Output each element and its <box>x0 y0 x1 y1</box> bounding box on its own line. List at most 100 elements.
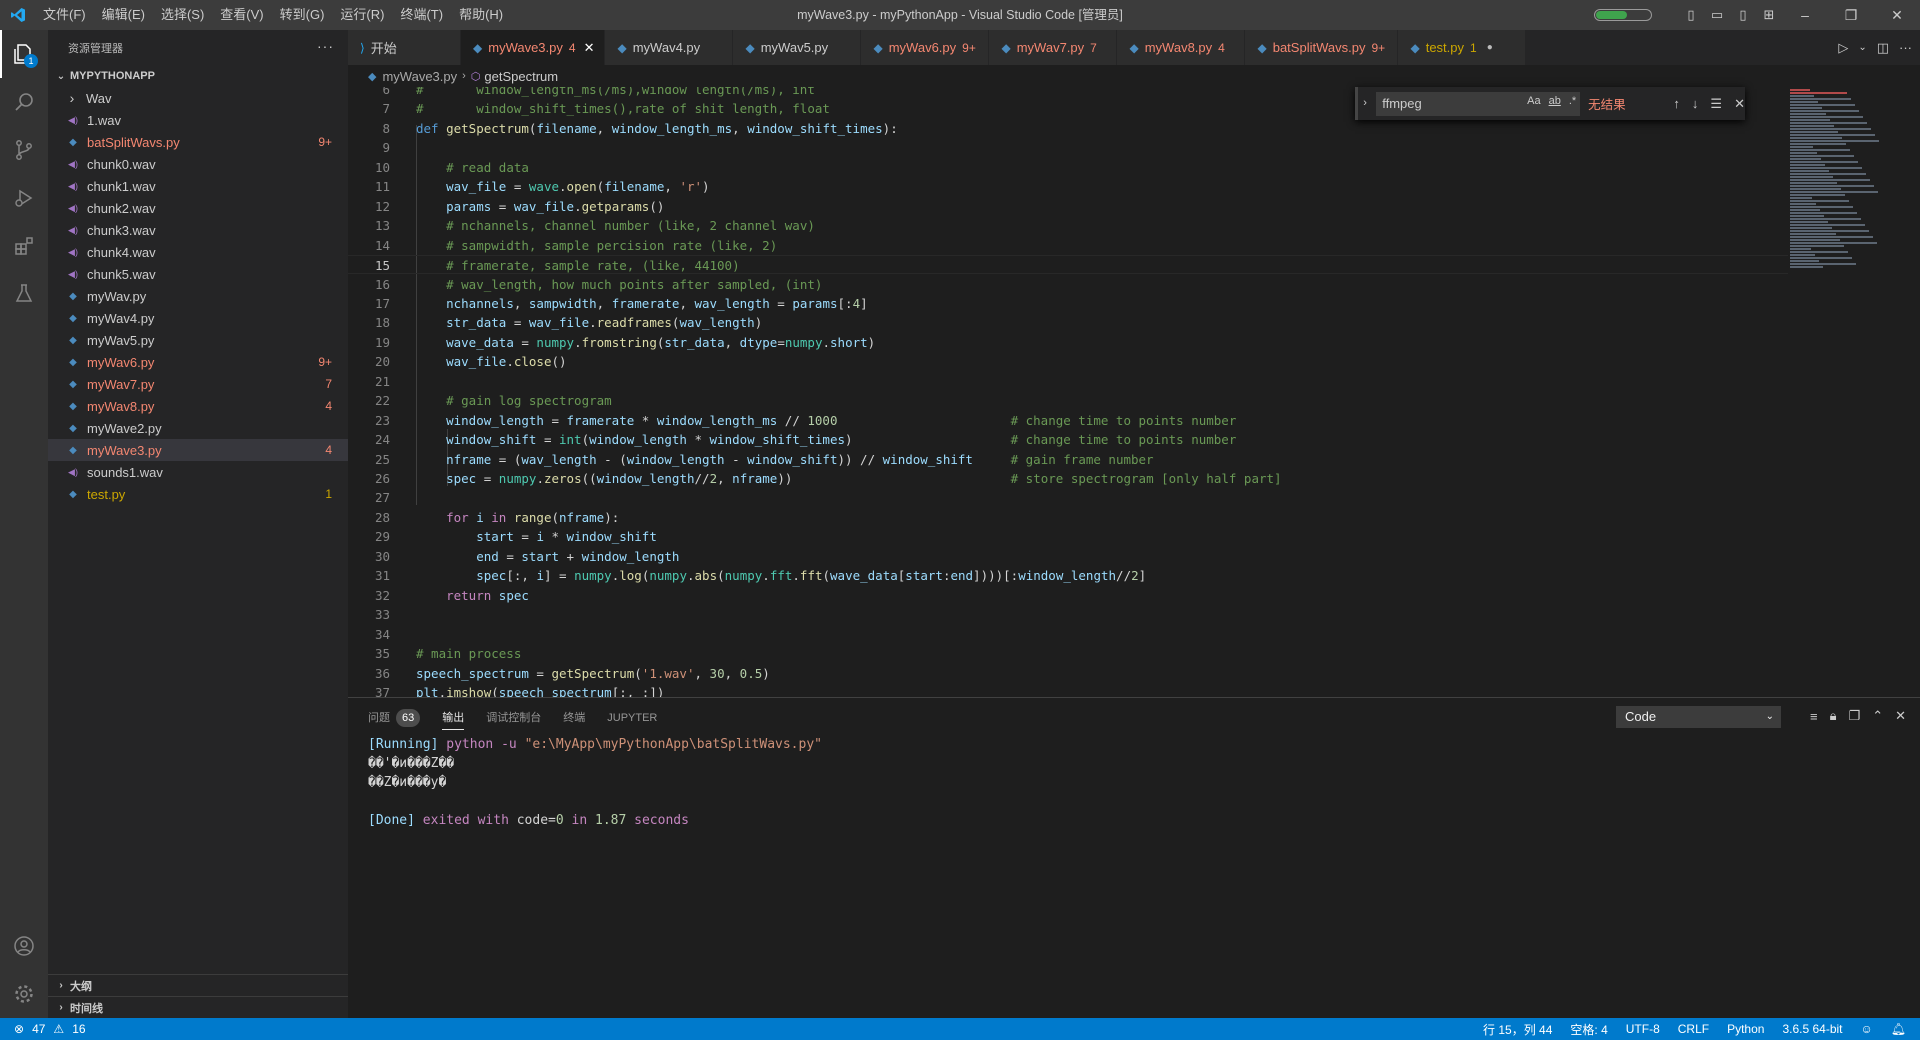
toggle-secondary-sidebar-icon[interactable]: ▯ <box>1730 0 1756 30</box>
file-item[interactable]: ◀) chunk4.wav <box>48 241 348 263</box>
customize-layout-icon[interactable]: ⊞ <box>1756 0 1782 30</box>
editor-tab[interactable]: ◆ batSplitWavs.py 9+ <box>1245 30 1399 65</box>
output-channel-select[interactable]: Code ⌄ <box>1616 706 1781 728</box>
file-item[interactable]: ◀) sounds1.wav <box>48 461 348 483</box>
feedback-icon[interactable]: ☺ <box>1861 1022 1873 1036</box>
close-find-icon[interactable]: ✕ <box>1734 96 1745 112</box>
file-item[interactable]: ◆ batSplitWavs.py 9+ <box>48 131 348 153</box>
more-actions-icon[interactable]: ··· <box>317 38 334 54</box>
breadcrumb-file[interactable]: myWave3.py <box>382 69 457 84</box>
run-debug-icon[interactable] <box>0 174 48 222</box>
close-panel-icon[interactable]: ✕ <box>1895 708 1906 724</box>
file-item[interactable]: ◀) chunk2.wav <box>48 197 348 219</box>
file-item[interactable]: ◆ myWav.py <box>48 285 348 307</box>
minimap-line <box>1790 182 1837 184</box>
editor-tab[interactable]: ◆ myWav5.py <box>733 30 862 65</box>
breadcrumb-symbol[interactable]: getSpectrum <box>484 69 558 84</box>
close-window-button[interactable]: ✕ <box>1874 0 1920 30</box>
encoding[interactable]: UTF-8 <box>1626 1022 1660 1036</box>
find-in-selection-icon[interactable]: ☰ <box>1710 96 1722 112</box>
file-item[interactable]: ◀) 1.wav <box>48 109 348 131</box>
toggle-panel-icon[interactable]: ▭ <box>1704 0 1730 30</box>
panel-tab[interactable]: 问题 63 <box>368 698 421 738</box>
file-item[interactable]: ◀) chunk0.wav <box>48 153 348 175</box>
file-item[interactable]: ◀) chunk5.wav <box>48 263 348 285</box>
minimap[interactable] <box>1790 87 1908 697</box>
editor-tab[interactable]: ◆ myWave3.py 4 ✕ <box>461 30 606 65</box>
settings-gear-icon[interactable] <box>0 970 48 1018</box>
open-in-editor-icon[interactable]: ❐ <box>1849 708 1861 724</box>
more-actions-icon[interactable]: ··· <box>1899 40 1912 55</box>
editor-tab[interactable]: ◆ myWav7.py 7 <box>989 30 1118 65</box>
menu-item[interactable]: 选择(S) <box>153 0 212 30</box>
editor-tab[interactable]: ◆ myWav8.py 4 <box>1117 30 1246 65</box>
editor-tab[interactable]: ◆ myWav6.py 9+ <box>861 30 990 65</box>
code-editor[interactable]: 6 # window_length_ms(/ms),window length(/… <box>348 87 1920 697</box>
accounts-icon[interactable] <box>0 922 48 970</box>
file-item[interactable]: ◆ myWav8.py 4 <box>48 395 348 417</box>
panel-tab[interactable]: JUPYTER <box>607 698 657 738</box>
file-item[interactable]: ◆ test.py 1 <box>48 483 348 505</box>
previous-match-icon[interactable]: ↑ <box>1673 96 1680 112</box>
problems-badge: 63 <box>396 709 421 727</box>
file-item[interactable]: ◀) chunk3.wav <box>48 219 348 241</box>
notifications-bell-icon[interactable]: 🔔︎ <box>1891 1022 1906 1036</box>
clear-output-icon[interactable]: ≡ <box>1810 709 1818 724</box>
panel-tab[interactable]: 输出 <box>442 698 465 738</box>
indentation[interactable]: 空格: 4 <box>1570 1021 1607 1038</box>
timeline-section-header[interactable]: › 时间线 <box>48 996 348 1018</box>
match-case-toggle[interactable]: Aa <box>1527 95 1540 107</box>
language-mode[interactable]: Python <box>1727 1022 1764 1036</box>
problems-indicator[interactable]: ⊗ 47 ⚠ 16 <box>0 1022 86 1036</box>
menu-item[interactable]: 查看(V) <box>212 0 271 30</box>
toggle-primary-sidebar-icon[interactable]: ▯ <box>1678 0 1704 30</box>
file-item[interactable]: ◆ myWav6.py 9+ <box>48 351 348 373</box>
menu-item[interactable]: 帮助(H) <box>451 0 511 30</box>
split-editor-icon[interactable]: ◫ <box>1877 40 1889 56</box>
source-control-icon[interactable] <box>0 126 48 174</box>
menu-item[interactable]: 编辑(E) <box>94 0 153 30</box>
cursor-position[interactable]: 行 15，列 44 <box>1483 1021 1552 1038</box>
file-item[interactable]: ◆ myWave2.py <box>48 417 348 439</box>
panel-tab[interactable]: 调试控制台 <box>486 698 541 738</box>
testing-flask-icon[interactable] <box>0 270 48 318</box>
extensions-icon[interactable] <box>0 222 48 270</box>
outline-section-header[interactable]: › 大纲 <box>48 974 348 996</box>
find-input[interactable]: ffmpeg Aa ab .* <box>1376 91 1581 116</box>
file-item[interactable]: › Wav <box>48 87 348 109</box>
match-whole-word-toggle[interactable]: ab <box>1549 95 1561 107</box>
editor-tab[interactable]: ◆ myWav4.py <box>605 30 734 65</box>
file-item[interactable]: ◆ myWave3.py 4 <box>48 439 348 461</box>
explorer-icon[interactable]: 1 <box>0 30 48 78</box>
menu-item[interactable]: 转到(G) <box>272 0 333 30</box>
file-item[interactable]: ◆ myWav7.py 7 <box>48 373 348 395</box>
use-regex-toggle[interactable]: .* <box>1569 95 1576 107</box>
menu-item[interactable]: 运行(R) <box>332 0 392 30</box>
python-interpreter[interactable]: 3.6.5 64-bit <box>1782 1022 1842 1036</box>
menu-item[interactable]: 文件(F) <box>35 0 94 30</box>
lock-scroll-icon[interactable]: 🔒︎ <box>1830 708 1837 724</box>
code-token: window_shift_times <box>747 120 883 136</box>
line-ending[interactable]: CRLF <box>1678 1022 1709 1036</box>
next-match-icon[interactable]: ↓ <box>1692 96 1699 112</box>
close-tab-icon[interactable]: ✕ <box>584 40 595 56</box>
toggle-replace-icon[interactable]: › <box>1355 87 1372 120</box>
project-section-header[interactable]: ⌄ MYPYTHONAPP <box>48 65 348 87</box>
search-icon[interactable] <box>0 78 48 126</box>
code-token: for <box>446 509 477 525</box>
unsaved-dot-icon[interactable]: ● <box>1487 42 1493 53</box>
minimize-button[interactable]: – <box>1782 0 1828 30</box>
restore-button[interactable]: ❐ <box>1828 0 1874 30</box>
editor-tab[interactable]: ⟩ 开始 <box>348 30 461 65</box>
line-number: 22 <box>374 393 390 409</box>
panel-tab[interactable]: 终端 <box>563 698 585 738</box>
run-dropdown-icon[interactable]: ⌄ <box>1858 42 1866 53</box>
menu-item[interactable]: 终端(T) <box>392 0 451 30</box>
code-token: # sampwidth, sample percision rate (like… <box>446 237 778 253</box>
file-item[interactable]: ◆ myWav5.py <box>48 329 348 351</box>
run-python-file-icon[interactable]: ▷ <box>1838 40 1848 56</box>
file-item[interactable]: ◀) chunk1.wav <box>48 175 348 197</box>
editor-tab[interactable]: ◆ test.py 1 ● <box>1398 30 1527 65</box>
file-item[interactable]: ◆ myWav4.py <box>48 307 348 329</box>
maximize-panel-icon[interactable]: ⌃ <box>1872 708 1883 724</box>
